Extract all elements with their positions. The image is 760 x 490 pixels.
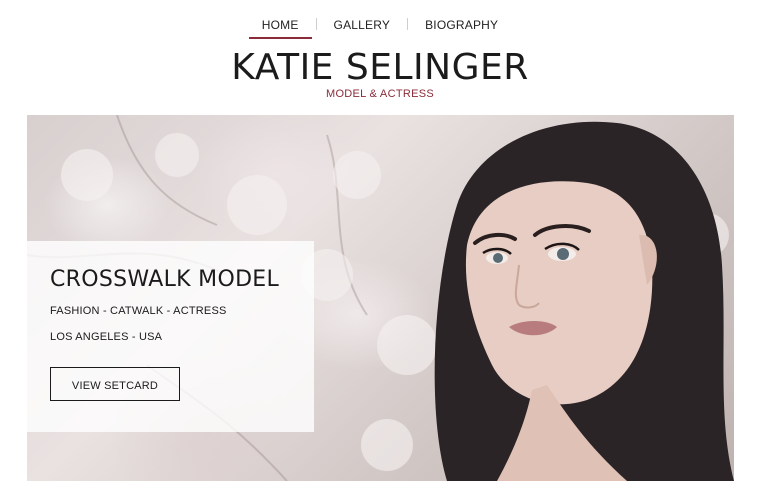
hero-roles: FASHION - CATWALK - ACTRESS <box>50 305 227 317</box>
hero-heading: CROSSWALK MODEL <box>50 267 280 292</box>
nav-item-home[interactable]: HOME <box>245 16 316 39</box>
nav-item-biography[interactable]: BIOGRAPHY <box>408 16 515 34</box>
site-subtitle: MODEL & ACTRESS <box>325 88 434 100</box>
view-setcard-button[interactable]: VIEW SETCARD <box>50 367 180 401</box>
page: HOME GALLERY BIOGRAPHY KATIE SELINGER MODE… <box>0 0 760 490</box>
hero-info-card: CROSSWALK MODEL FASHION - CATWALK - ACTR… <box>27 241 314 432</box>
hero-banner: CROSSWALK MODEL FASHION - CATWALK - ACTR… <box>27 115 734 481</box>
main-nav: HOME GALLERY BIOGRAPHY <box>0 16 760 39</box>
nav-item-gallery[interactable]: GALLERY <box>317 16 408 34</box>
site-title: KATIE SELINGER <box>231 47 529 88</box>
hero-location: LOS ANGELES - USA <box>50 331 163 343</box>
